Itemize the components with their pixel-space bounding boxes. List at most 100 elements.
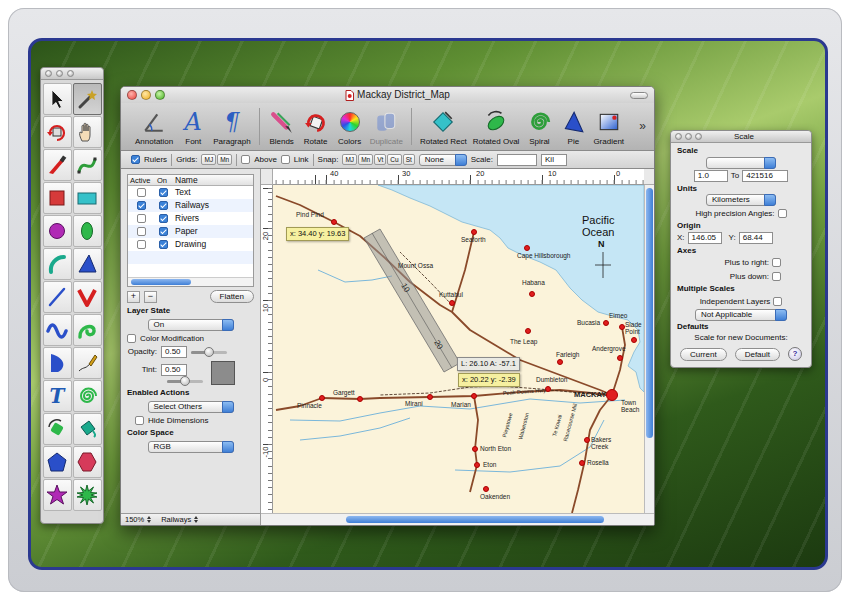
rulers-checkbox[interactable] — [131, 155, 140, 164]
active-checkbox[interactable] — [137, 227, 146, 236]
on-checkbox[interactable] — [159, 240, 168, 249]
tool-button[interactable] — [43, 182, 72, 214]
tool-button[interactable] — [73, 182, 102, 214]
multiple-scales-dropdown[interactable]: Not Applicable — [695, 309, 787, 321]
grid-button[interactable]: MJ — [201, 154, 216, 165]
toolbar-button[interactable]: Rotated Oval — [473, 108, 520, 147]
horizontal-scrollbar[interactable] — [261, 513, 654, 525]
on-checkbox[interactable] — [159, 188, 168, 197]
on-checkbox[interactable] — [159, 201, 168, 210]
defaults-button[interactable]: Default — [735, 348, 780, 361]
toolbar-button[interactable]: Blends — [268, 108, 296, 147]
zoom-popup[interactable]: 150% — [125, 515, 151, 524]
scroll-thumb[interactable] — [346, 516, 604, 523]
tool-button[interactable] — [43, 413, 72, 445]
map-canvas[interactable]: Pacific OceanNPind PindSeaforthCape Hill… — [273, 185, 644, 513]
zoom-button[interactable] — [155, 90, 165, 100]
toolbar-button[interactable]: Colors — [336, 108, 364, 147]
active-checkbox[interactable] — [137, 201, 146, 210]
toolbar-button[interactable]: Annotation — [135, 108, 173, 147]
tool-button[interactable] — [73, 281, 102, 313]
ruler-corner[interactable] — [261, 169, 273, 185]
tool-button[interactable] — [43, 347, 72, 379]
layer-row[interactable]: Text — [128, 186, 253, 199]
above-checkbox[interactable] — [241, 155, 250, 164]
tool-button[interactable] — [73, 248, 102, 280]
tool-button[interactable] — [43, 479, 72, 511]
toolbar-overflow-button[interactable]: » — [637, 119, 648, 133]
layer-row[interactable]: Railways — [128, 199, 253, 212]
on-checkbox[interactable] — [159, 227, 168, 236]
tint-slider[interactable] — [167, 380, 203, 383]
tool-button[interactable] — [43, 314, 72, 346]
origin-y-field[interactable]: 68.44 — [739, 232, 773, 244]
units-dropdown[interactable]: Kilometers — [706, 194, 776, 206]
toolbar-button[interactable]: ¶Paragraph — [213, 108, 250, 147]
scale-field[interactable] — [497, 154, 537, 166]
snap-button[interactable]: Mn — [358, 154, 373, 165]
high-precision-checkbox[interactable] — [778, 209, 787, 218]
layer-state-dropdown[interactable]: On — [148, 319, 234, 331]
defaults-button[interactable]: Current — [680, 348, 727, 361]
close-button[interactable] — [127, 90, 137, 100]
tool-button[interactable] — [73, 215, 102, 247]
tool-button[interactable] — [73, 479, 102, 511]
origin-x-field[interactable]: 146.05 — [688, 232, 722, 244]
vertical-scrollbar[interactable] — [644, 185, 654, 513]
toolbar-button[interactable]: Pie — [559, 108, 587, 147]
snap-button[interactable]: Vt — [374, 154, 386, 165]
tool-button[interactable] — [73, 314, 102, 346]
tool-button[interactable] — [73, 83, 102, 115]
add-layer-button[interactable]: + — [127, 291, 140, 303]
hide-dimensions-checkbox[interactable] — [135, 416, 144, 425]
slider-knob[interactable] — [180, 376, 190, 386]
scale-to-field[interactable]: 421516 — [742, 170, 788, 182]
tool-button[interactable]: T — [43, 380, 72, 412]
column-header[interactable]: Active — [128, 176, 155, 185]
units-field[interactable]: Kil — [541, 154, 567, 166]
tool-button[interactable] — [43, 281, 72, 313]
independent-layers-checkbox[interactable] — [773, 297, 782, 306]
active-checkbox[interactable] — [137, 188, 146, 197]
color-modification-checkbox[interactable] — [127, 334, 136, 343]
layer-popup[interactable]: Railways — [161, 515, 198, 524]
on-checkbox[interactable] — [159, 214, 168, 223]
tint-field[interactable]: 0.50 — [161, 364, 187, 376]
tool-button[interactable] — [43, 215, 72, 247]
tool-button[interactable] — [73, 380, 102, 412]
tool-button[interactable] — [73, 413, 102, 445]
enabled-actions-dropdown[interactable]: Select Others — [148, 401, 234, 413]
active-checkbox[interactable] — [137, 214, 146, 223]
tool-button[interactable] — [43, 248, 72, 280]
window-button[interactable] — [56, 70, 63, 77]
snap-button[interactable]: Cu — [387, 154, 401, 165]
scale-from-field[interactable]: 1.0 — [694, 170, 728, 182]
active-checkbox[interactable] — [137, 240, 146, 249]
window-button[interactable] — [685, 133, 692, 140]
window-button[interactable] — [695, 133, 702, 140]
column-header[interactable]: Name — [172, 175, 253, 185]
tool-button[interactable] — [73, 347, 102, 379]
snap-mode-dropdown[interactable]: None — [419, 154, 467, 166]
grid-button[interactable]: Mn — [217, 154, 232, 165]
tool-button[interactable] — [73, 446, 102, 478]
toolbar-button[interactable]: AFont — [179, 108, 207, 147]
tool-button[interactable] — [43, 149, 72, 181]
snap-button[interactable]: MJ — [342, 154, 357, 165]
plus-right-checkbox[interactable] — [772, 258, 781, 267]
minimize-button[interactable] — [141, 90, 151, 100]
slider-knob[interactable] — [204, 347, 214, 357]
remove-layer-button[interactable]: − — [144, 291, 157, 303]
column-header[interactable]: On — [155, 176, 172, 185]
toolbar-button[interactable]: Spiral — [525, 108, 553, 147]
flatten-button[interactable]: Flatten — [210, 290, 254, 303]
window-button[interactable] — [67, 70, 74, 77]
toolbar-button[interactable]: Gradient — [593, 108, 624, 147]
snap-button[interactable]: St — [403, 154, 415, 165]
layer-row[interactable]: Rivers — [128, 212, 253, 225]
tool-button[interactable] — [73, 116, 102, 148]
tool-button[interactable] — [73, 149, 102, 181]
color-space-dropdown[interactable]: RGB — [148, 441, 234, 453]
plus-down-checkbox[interactable] — [772, 272, 781, 281]
link-checkbox[interactable] — [281, 155, 290, 164]
